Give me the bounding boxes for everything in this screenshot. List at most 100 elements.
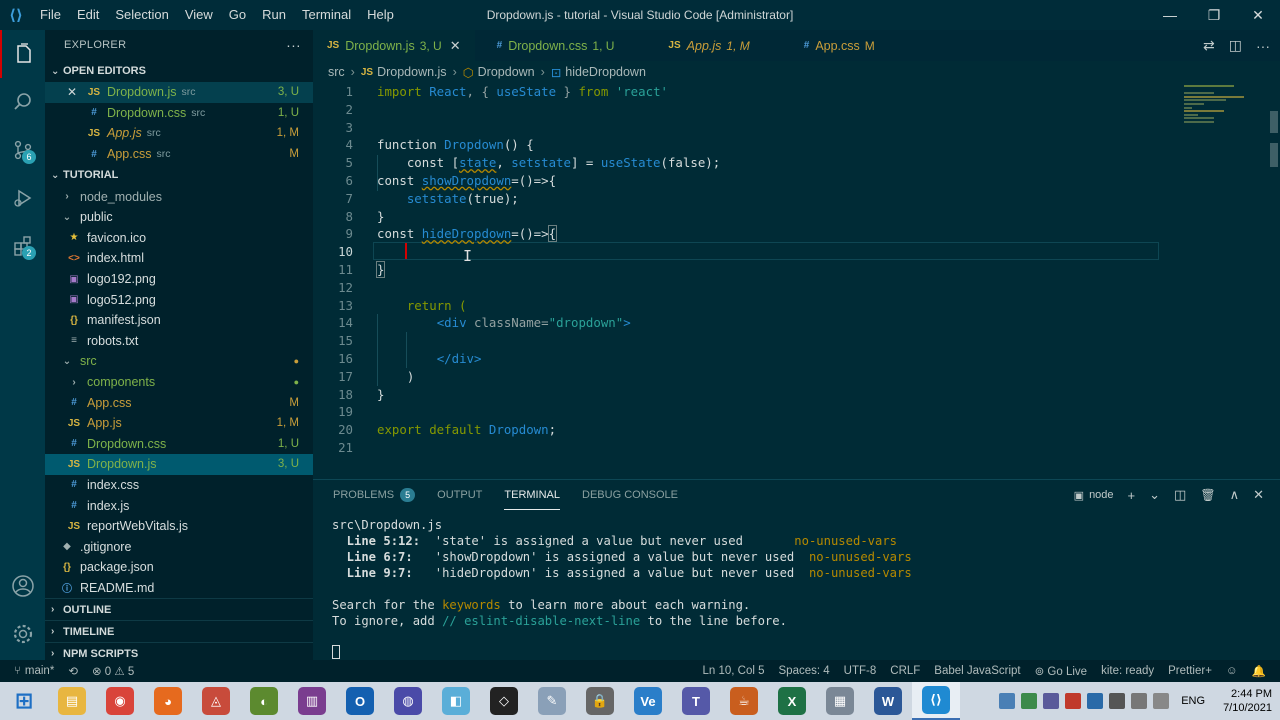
branch-indicator[interactable]: ⑂ main* [14,665,54,677]
extensions-icon[interactable]: 2 [0,222,45,270]
split-terminal-icon[interactable]: ◫ [1174,487,1186,503]
system-clock[interactable]: 2:44 PM 7/10/2021 [1223,687,1272,715]
taskbar-paint-icon[interactable]: ✎ [528,682,576,720]
tree-file[interactable]: ⓘ README.md [45,578,313,599]
tray-icon[interactable] [1109,693,1126,709]
split-editor-icon[interactable]: ◫ [1229,37,1242,54]
breadcrumb-file[interactable]: Dropdown.js [377,65,446,79]
compare-changes-icon[interactable]: ⇄ [1203,37,1215,54]
taskbar-calculator-icon[interactable]: ▦ [816,682,864,720]
taskbar-app-sphere-icon[interactable]: ◍ [384,682,432,720]
tab-dropdown-js[interactable]: JS Dropdown.js 3, U ✕ [313,30,475,61]
more-actions-icon[interactable]: ··· [1256,38,1270,54]
menu-file[interactable]: File [32,0,69,30]
taskbar-start-icon[interactable]: ⊞ [0,682,48,720]
taskbar-vscode-icon[interactable]: ⟨⟩ [912,682,960,720]
tree-file[interactable]: # Dropdown.css 1, U [45,434,313,455]
scrollbar-thumb[interactable] [1270,111,1278,133]
open-editor-item[interactable]: # App.css src M [45,144,313,165]
tray-icon[interactable] [1021,693,1038,709]
encoding[interactable]: UTF-8 [844,665,877,677]
tree-folder-components[interactable]: › components ● [45,372,313,393]
taskbar-winrar-icon[interactable]: ▥ [288,682,336,720]
tray-icon[interactable] [1065,693,1082,709]
files-icon[interactable] [0,30,45,78]
open-editor-item[interactable]: # Dropdown.css src 1, U [45,103,313,124]
taskbar-app-frog-icon[interactable]: ◐ [240,682,288,720]
cursor-position[interactable]: Ln 10, Col 5 [703,665,765,677]
timeline-section[interactable]: › TIMELINE [45,620,313,642]
tray-icon[interactable] [999,693,1016,709]
tray-icon[interactable] [1153,693,1170,709]
tree-file[interactable]: # index.js [45,495,313,516]
tree-file[interactable]: # App.css M [45,392,313,413]
tree-file[interactable]: {} manifest.json [45,310,313,331]
maximize-panel-icon[interactable]: ∧ [1230,487,1240,503]
breadcrumb-folder[interactable]: src [328,65,345,79]
menu-view[interactable]: View [177,0,221,30]
close-icon[interactable]: ✕ [67,85,81,99]
new-terminal-button[interactable]: + [1128,488,1136,503]
npm-scripts-section[interactable]: › NPM SCRIPTS [45,642,313,660]
prettier-status[interactable]: Prettier+ [1168,665,1212,677]
kill-terminal-icon[interactable]: 🗑 [1200,488,1215,502]
tutorial-section[interactable]: ⌄ TUTORIAL [45,164,313,186]
minimize-button[interactable]: — [1148,0,1192,30]
tree-file-selected[interactable]: JS Dropdown.js 3, U [45,454,313,475]
tree-file[interactable]: ★ favicon.ico [45,228,313,249]
close-panel-icon[interactable]: ✕ [1253,487,1264,503]
chevron-down-icon[interactable]: ⌄ [1149,487,1160,503]
tree-file[interactable]: <> index.html [45,248,313,269]
feedback-icon[interactable]: ☺ [1226,665,1238,677]
tray-icon[interactable] [1087,693,1104,709]
tab-debug-console[interactable]: DEBUG CONSOLE [582,480,678,510]
source-control-icon[interactable]: 6 [0,126,45,174]
tree-folder-node-modules[interactable]: › node_modules [45,186,313,207]
code-editor[interactable]: 1 2 3 4 5 6 7 8 9 10 11 12 13 14 15 16 1… [313,83,1280,479]
account-icon[interactable] [0,562,45,610]
tab-problems[interactable]: PROBLEMS 5 [333,480,416,510]
more-actions-button[interactable]: ··· [286,37,301,53]
tree-file[interactable]: JS reportWebVitals.js [45,516,313,537]
menu-terminal[interactable]: Terminal [294,0,359,30]
language-mode[interactable]: Babel JavaScript [934,665,1020,677]
taskbar-app-red-icon[interactable]: ◬ [192,682,240,720]
tab-app-js[interactable]: JS App.js 1, M [628,30,763,61]
taskbar-chrome-icon[interactable]: ◉ [96,682,144,720]
input-language[interactable]: ENG [1181,695,1205,707]
taskbar-unity-icon[interactable]: ◇ [480,682,528,720]
tree-folder-src[interactable]: ⌄ src ● [45,351,313,372]
notifications-bell-icon[interactable]: 🔔 [1252,664,1266,678]
taskbar-excel-icon[interactable]: X [768,682,816,720]
tab-dropdown-css[interactable]: # Dropdown.css 1, U [475,30,629,61]
taskbar-outlook-icon[interactable]: O [336,682,384,720]
tab-app-css[interactable]: # App.css M [764,30,889,61]
vertical-scrollbar[interactable] [1268,83,1280,173]
tray-icon[interactable] [1131,693,1148,709]
taskbar-word-icon[interactable]: W [864,682,912,720]
terminal-select[interactable]: ▣ node [1074,489,1114,502]
open-editors-section[interactable]: ⌄ OPEN EDITORS [45,60,313,82]
menu-selection[interactable]: Selection [107,0,176,30]
close-tab-icon[interactable]: ✕ [450,38,461,54]
tree-file[interactable]: ▣ logo192.png [45,269,313,290]
open-editor-item[interactable]: JS App.js src 1, M [45,123,313,144]
tree-file[interactable]: ▣ logo512.png [45,289,313,310]
taskbar-firefox-icon[interactable]: ◕ [144,682,192,720]
tree-file[interactable]: {} package.json [45,557,313,578]
taskbar-teams-icon[interactable]: T [672,682,720,720]
restore-button[interactable]: ❐ [1192,0,1236,30]
sync-icon[interactable]: ⟲ [68,664,78,678]
problems-indicator[interactable]: ⊗ 0 ⚠ 5 [92,664,134,678]
outline-section[interactable]: › OUTLINE [45,598,313,620]
menu-run[interactable]: Run [254,0,294,30]
menu-edit[interactable]: Edit [69,0,107,30]
open-editor-item[interactable]: ✕ JS Dropdown.js src 3, U [45,82,313,103]
tree-file[interactable]: ◆ .gitignore [45,536,313,557]
search-icon[interactable] [0,78,45,126]
tree-file[interactable]: ≡ robots.txt [45,331,313,352]
taskbar-explorer-icon[interactable]: ▤ [48,682,96,720]
taskbar-java-icon[interactable]: ☕ [720,682,768,720]
breadcrumb-function[interactable]: hideDropdown [565,65,646,79]
menu-help[interactable]: Help [359,0,402,30]
